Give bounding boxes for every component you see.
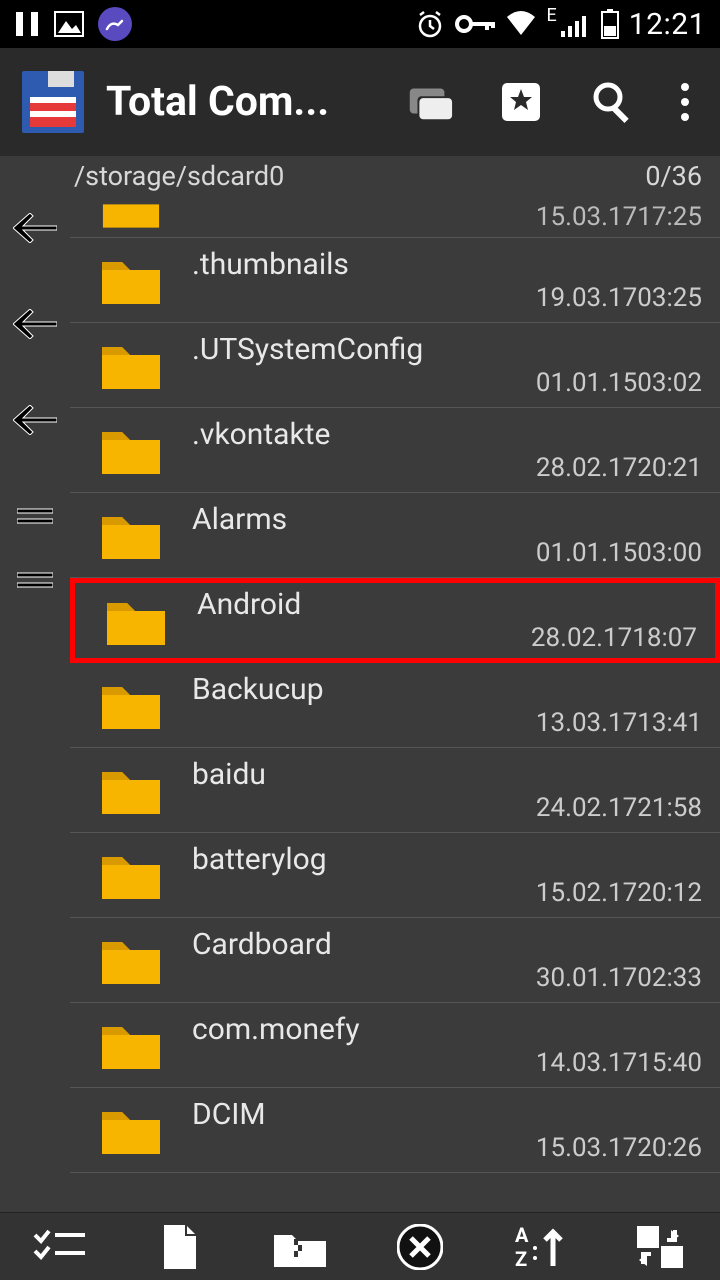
folder-icon: [70, 934, 192, 986]
bookmark-icon[interactable]: [496, 77, 546, 127]
file-row[interactable]: baidu24.02.1721:58: [70, 748, 720, 833]
file-name: .thumbnails: [192, 248, 702, 281]
panel-switch-icon[interactable]: [404, 77, 454, 127]
file-row[interactable]: batterylog15.02.1720:12: [70, 833, 720, 918]
file-name: batterylog: [192, 843, 702, 876]
folder-icon: [70, 1019, 192, 1071]
file-name: Cardboard: [192, 928, 702, 961]
file-name: Alarms: [192, 503, 702, 536]
folder-icon: [70, 1104, 192, 1156]
zip-button[interactable]: [271, 1221, 329, 1273]
status-left-icons: [14, 7, 132, 41]
delete-button[interactable]: [391, 1221, 449, 1273]
folder-icon: [75, 595, 197, 647]
file-meta: 15.03.1717:25: [192, 202, 702, 232]
clock: 12:21: [629, 7, 706, 42]
file-meta: 28.02.1720:21: [192, 453, 702, 483]
file-name: DCIM: [192, 1098, 702, 1131]
folder-icon: [70, 679, 192, 731]
file-meta: 28.02.1718:07: [197, 623, 697, 653]
wifi-icon: [505, 11, 537, 37]
network-type-label: E: [547, 5, 557, 26]
history-back-button[interactable]: [13, 398, 57, 442]
file-meta: 19.03.1703:25: [192, 283, 702, 313]
file-row[interactable]: .UTSystemConfig01.01.1503:02: [70, 323, 720, 408]
status-right-icons: E 12:21: [415, 7, 706, 42]
file-name: .UTSystemConfig: [192, 333, 702, 366]
file-row[interactable]: .thumbnails19.03.1703:25: [70, 238, 720, 323]
sort-button[interactable]: AZ: [511, 1221, 569, 1273]
selection-counter: 0/36: [645, 160, 702, 192]
app-bar: Total Com...: [0, 48, 720, 156]
app-icon: [22, 71, 84, 133]
image-icon: [54, 11, 84, 37]
file-meta: 15.03.1720:26: [192, 1133, 702, 1163]
file-list[interactable]: 15.03.1717:25.thumbnails19.03.1703:25.UT…: [70, 196, 720, 1212]
file-row[interactable]: com.monefy14.03.1715:40: [70, 1003, 720, 1088]
folder-icon: [70, 509, 192, 561]
file-list-pane: /storage/sdcard0 0/36 15.03.1717:25 .thum…: [70, 156, 720, 1212]
path-bar[interactable]: /storage/sdcard0 0/36: [70, 156, 720, 196]
select-button[interactable]: [31, 1221, 89, 1273]
overflow-menu-icon[interactable]: [680, 82, 690, 122]
app-title: Total Com...: [106, 78, 382, 126]
folder-icon: [70, 424, 192, 476]
history-back-button[interactable]: [13, 302, 57, 346]
file-name: Backucup: [192, 673, 702, 706]
battery-icon: [601, 9, 619, 39]
menu-lines-icon[interactable]: [13, 558, 57, 602]
file-meta: 13.03.1713:41: [192, 708, 702, 738]
file-name: .vkontakte: [192, 418, 702, 451]
file-meta: 01.01.1503:00: [192, 538, 702, 568]
svg-text:A: A: [515, 1224, 529, 1247]
file-row[interactable]: .vkontakte28.02.1720:21: [70, 408, 720, 493]
file-name: baidu: [192, 758, 702, 791]
history-back-button[interactable]: [13, 206, 57, 250]
status-bar: E 12:21: [0, 0, 720, 48]
app-notification-icon: [98, 7, 132, 41]
current-path: /storage/sdcard0: [74, 160, 284, 192]
new-file-button[interactable]: [151, 1221, 209, 1273]
file-meta: 15.02.1720:12: [192, 878, 702, 908]
file-row[interactable]: 15.03.1717:25: [70, 196, 720, 238]
pause-icon: [14, 10, 40, 38]
file-meta: 24.02.1721:58: [192, 793, 702, 823]
file-name: com.monefy: [192, 1013, 702, 1046]
file-meta: 01.01.1503:02: [192, 368, 702, 398]
search-icon[interactable]: [588, 77, 638, 127]
history-sidebar: [0, 156, 70, 1212]
bottom-toolbar: AZ: [0, 1212, 720, 1280]
file-row[interactable]: Cardboard30.01.1702:33: [70, 918, 720, 1003]
folder-icon: [70, 764, 192, 816]
file-row[interactable]: DCIM15.03.1720:26: [70, 1088, 720, 1173]
file-name: Android: [197, 588, 697, 621]
file-row[interactable]: Alarms01.01.1503:00: [70, 493, 720, 578]
menu-lines-icon[interactable]: [13, 494, 57, 538]
folder-icon: [70, 254, 192, 306]
svg-text:Z: Z: [515, 1247, 527, 1270]
folder-icon: [70, 202, 192, 232]
copy-move-button[interactable]: [631, 1221, 689, 1273]
file-meta: 30.01.1702:33: [192, 963, 702, 993]
alarm-icon: [415, 9, 445, 39]
file-row[interactable]: Backucup13.03.1713:41: [70, 663, 720, 748]
folder-icon: [70, 339, 192, 391]
file-meta: 14.03.1715:40: [192, 1048, 702, 1078]
vpn-key-icon: [455, 14, 495, 34]
folder-icon: [70, 849, 192, 901]
signal-icon: [561, 11, 591, 37]
file-row[interactable]: Android28.02.1718:07: [70, 578, 720, 663]
